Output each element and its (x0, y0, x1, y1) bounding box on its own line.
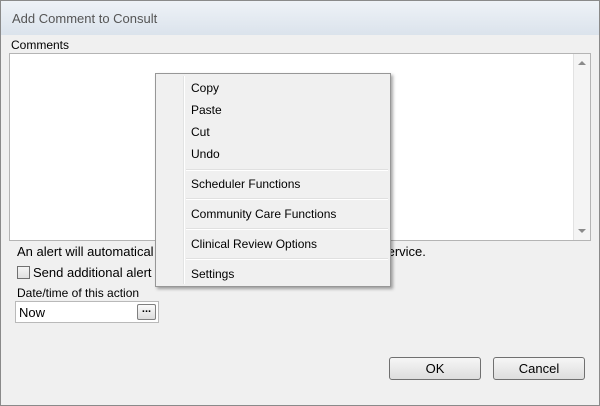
menu-item-settings[interactable]: Settings (158, 263, 388, 285)
ok-button[interactable]: OK (389, 357, 481, 380)
context-menu: Copy Paste Cut Undo Scheduler Functions … (155, 73, 391, 287)
menu-separator (186, 258, 388, 260)
cancel-button[interactable]: Cancel (493, 357, 585, 380)
datetime-field[interactable]: Now ... (15, 301, 159, 323)
comments-label: Comments (11, 38, 70, 52)
menu-item-cut[interactable]: Cut (158, 121, 388, 143)
menu-item-paste[interactable]: Paste (158, 99, 388, 121)
menu-item-undo[interactable]: Undo (158, 143, 388, 165)
datetime-picker-button[interactable]: ... (137, 304, 156, 320)
menu-separator (186, 198, 388, 200)
dialog-window: Add Comment to Consult Comments An alert… (0, 0, 600, 406)
menu-item-label: Copy (191, 81, 220, 95)
menu-separator (186, 169, 388, 171)
menu-item-scheduler-functions[interactable]: Scheduler Functions (158, 173, 388, 195)
menu-item-community-care-functions[interactable]: Community Care Functions (158, 203, 388, 225)
menu-item-label: Settings (191, 267, 235, 281)
menu-item-label: Scheduler Functions (191, 177, 301, 191)
menu-item-label: Cut (191, 125, 210, 139)
menu-item-label: Community Care Functions (191, 207, 337, 221)
menu-separator (186, 228, 388, 230)
menu-item-label: Clinical Review Options (191, 237, 318, 251)
title-bar[interactable]: Add Comment to Consult (1, 1, 599, 35)
menu-item-copy[interactable]: Copy (158, 77, 388, 99)
menu-item-label: Paste (191, 103, 222, 117)
comments-scrollbar[interactable] (573, 54, 590, 240)
scroll-up-arrow-icon[interactable] (578, 61, 586, 65)
scroll-down-arrow-icon[interactable] (578, 229, 586, 233)
send-additional-alert-checkbox[interactable] (17, 266, 30, 279)
alert-info-text: An alert will automatical (17, 244, 154, 259)
datetime-value: Now (19, 305, 46, 320)
menu-item-clinical-review-options[interactable]: Clinical Review Options (158, 233, 388, 255)
menu-item-label: Undo (191, 147, 220, 161)
send-additional-alert-label[interactable]: Send additional alert (33, 265, 152, 280)
window-title: Add Comment to Consult (12, 11, 158, 26)
datetime-label: Date/time of this action (17, 286, 140, 300)
